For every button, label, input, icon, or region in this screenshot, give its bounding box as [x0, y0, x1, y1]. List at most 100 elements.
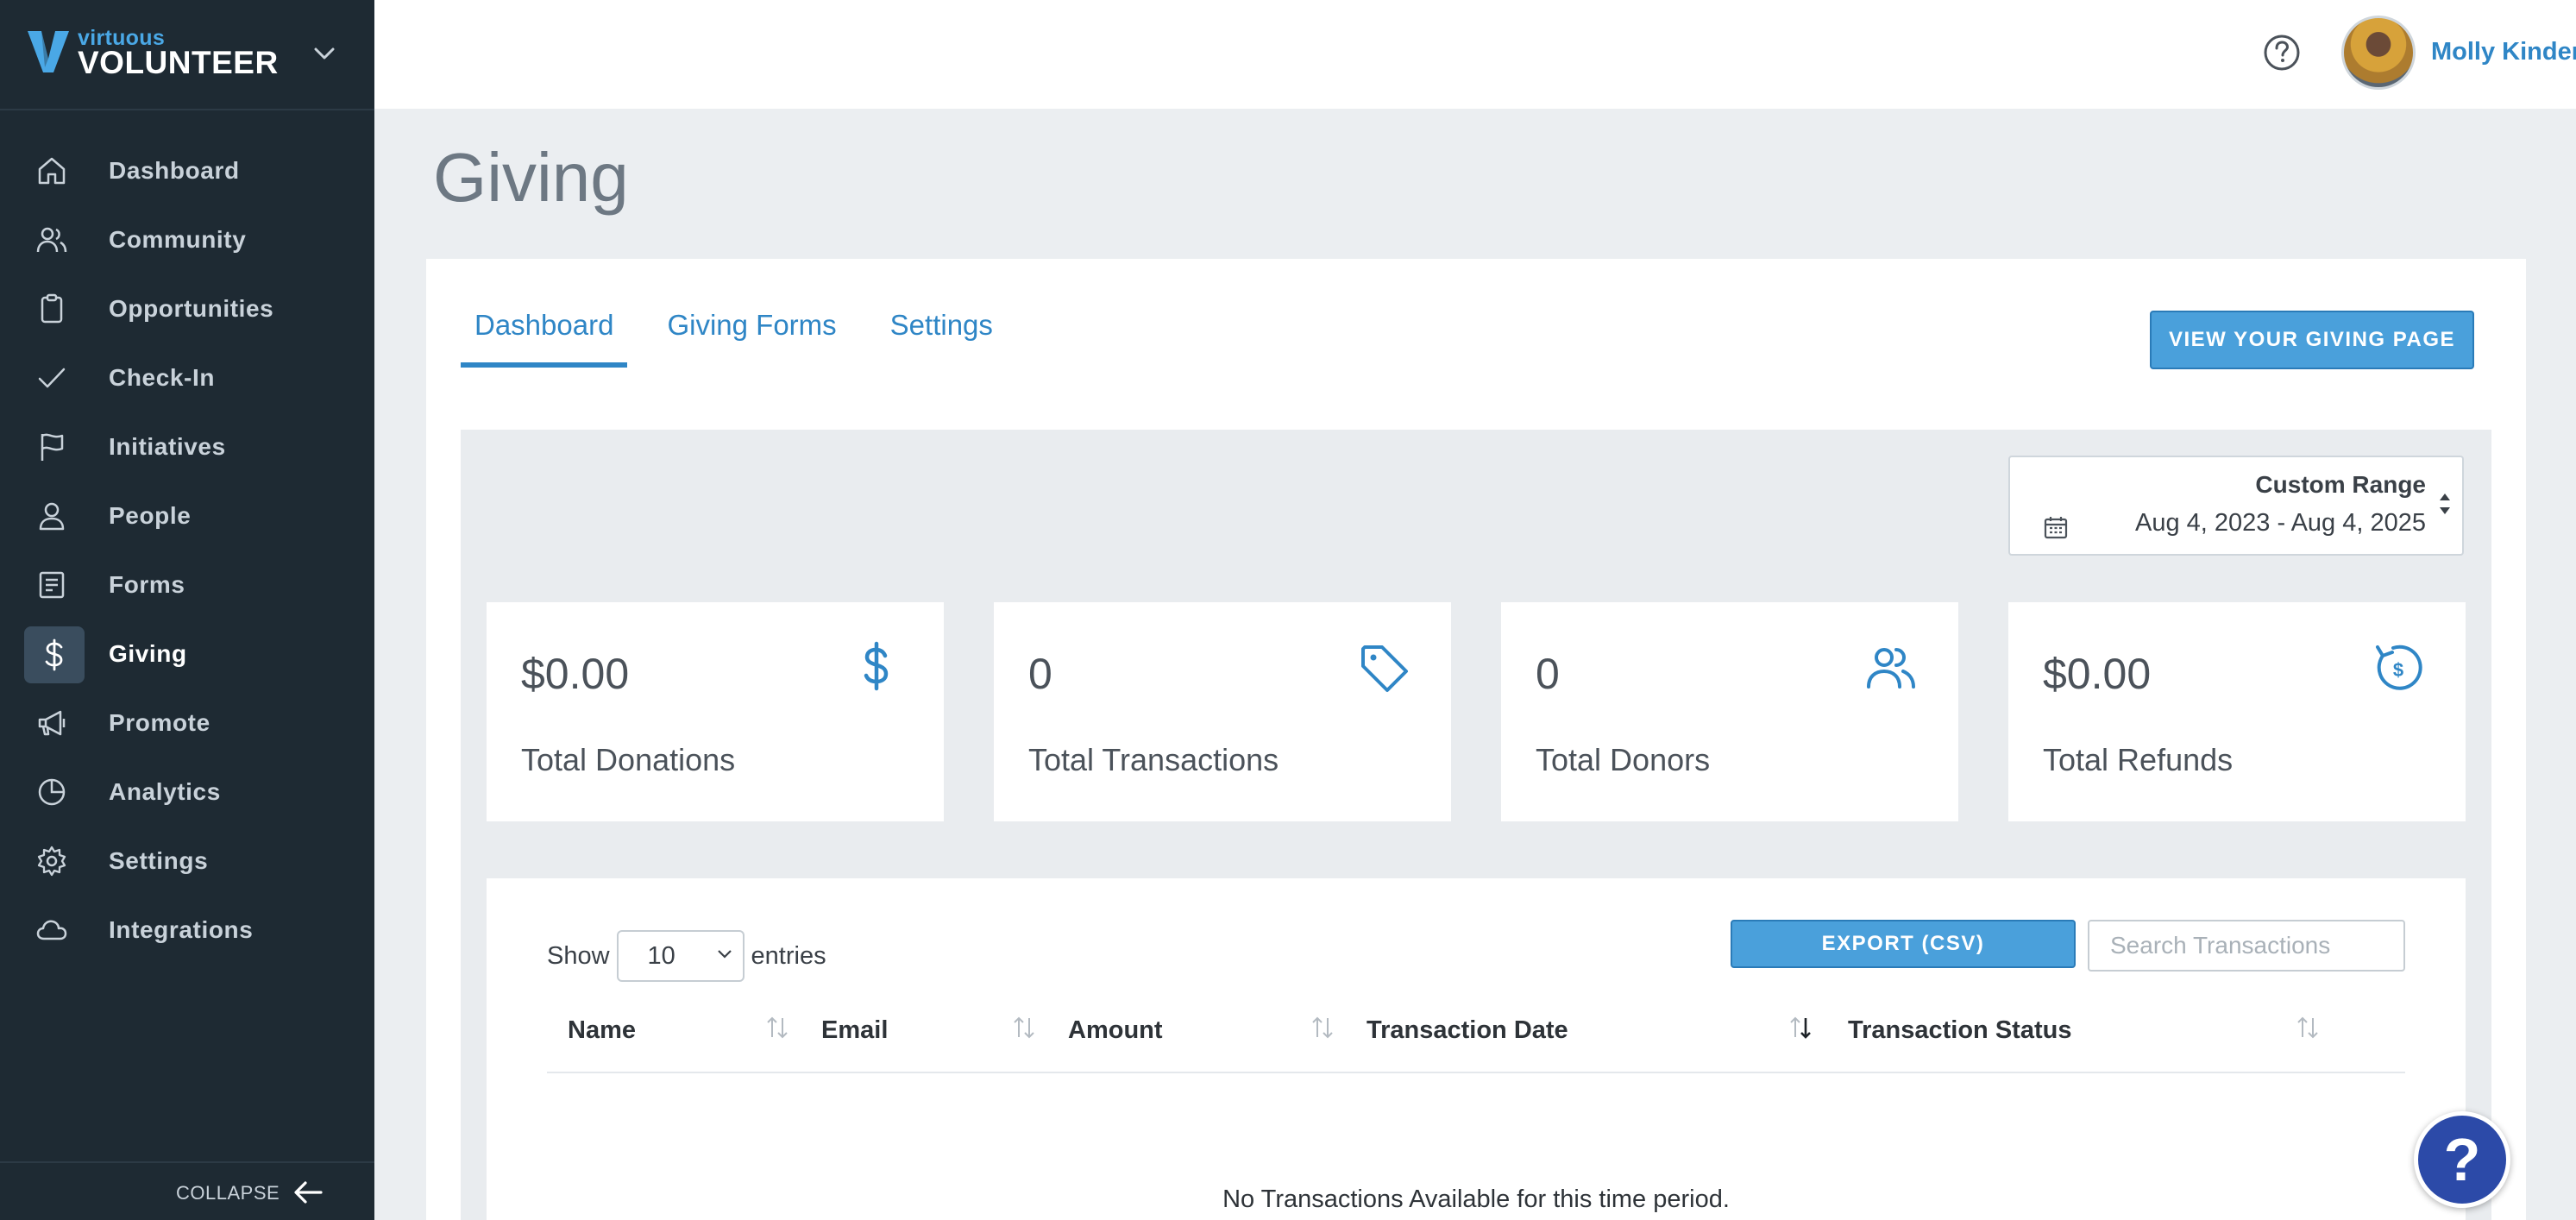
stat-value: 0: [1536, 650, 1560, 698]
cloud-icon: [35, 913, 69, 947]
tab-bar: Dashboard Giving Forms Settings: [461, 309, 1033, 368]
stat-card-donors: 0 Total Donors: [1501, 602, 1958, 821]
sidebar-item-label: Integrations: [109, 916, 254, 943]
column-header-name[interactable]: Name: [568, 1016, 636, 1045]
top-bar: [374, 0, 2576, 109]
sidebar-item-opportunities[interactable]: Opportunities: [0, 274, 374, 343]
sidebar-item-label: Dashboard: [109, 157, 240, 184]
sort-descending-icon[interactable]: [1787, 1013, 1813, 1042]
sidebar-item-label: Community: [109, 226, 247, 253]
stat-value: 0: [1028, 650, 1052, 698]
page-title: Giving: [433, 139, 629, 216]
sidebar-item-forms[interactable]: Forms: [0, 550, 374, 619]
chevron-down-icon[interactable]: [309, 40, 340, 67]
stat-label: Total Transactions: [1028, 742, 1279, 777]
home-icon: [35, 154, 69, 188]
calendar-icon: [2044, 517, 2068, 539]
sidebar-item-check-in[interactable]: Check-In: [0, 343, 374, 412]
sidebar-item-integrations[interactable]: Integrations: [0, 896, 374, 965]
tag-icon: [1361, 645, 1408, 692]
sidebar-item-label: Opportunities: [109, 295, 274, 322]
entries-value: 10: [647, 941, 675, 970]
stat-label: Total Donors: [1536, 742, 1711, 777]
avatar[interactable]: [2341, 16, 2416, 90]
collapse-button[interactable]: COLLAPSE: [0, 1161, 374, 1220]
sidebar-item-label: Giving: [109, 640, 187, 667]
sidebar-item-label: Initiatives: [109, 433, 226, 460]
sidebar-item-label: People: [109, 502, 192, 529]
sidebar-item-initiatives[interactable]: Initiatives: [0, 412, 374, 481]
dollar-icon: [864, 641, 889, 691]
sort-icon[interactable]: [2295, 1013, 2321, 1042]
main-content: Dashboard Giving Forms Settings VIEW YOU…: [426, 259, 2526, 1220]
sidebar-item-label: Forms: [109, 571, 185, 598]
stat-card-refunds: $0.00 Total Refunds $: [2008, 602, 2466, 821]
flag-icon: [35, 430, 69, 464]
sidebar-item-label: Promote: [109, 709, 210, 736]
stat-label: Total Refunds: [2043, 742, 2234, 777]
entries-select[interactable]: 10: [616, 930, 745, 982]
user-name-link[interactable]: Molly Kinder: [2431, 38, 2576, 66]
clipboard-icon: [35, 292, 69, 326]
stat-value: $0.00: [2043, 650, 2152, 698]
sidebar-item-label: Check-In: [109, 364, 216, 391]
refund-icon: $: [2376, 645, 2422, 690]
dashboard-panel: Custom Range Aug 4, 2023 - Aug 4, 2025 $…: [461, 430, 2491, 1220]
sidebar-nav: Dashboard Community Opportunities Check-…: [0, 136, 374, 965]
users-icon: [1867, 648, 1915, 689]
column-header-amount[interactable]: Amount: [1068, 1016, 1163, 1045]
brand-switcher[interactable]: virtuous VOLUNTEER: [0, 0, 374, 110]
sidebar-item-promote[interactable]: Promote: [0, 689, 374, 758]
virtuous-logo-icon: [28, 31, 69, 72]
search-transactions-input[interactable]: [2088, 920, 2405, 972]
sidebar-item-label: Settings: [109, 847, 209, 874]
entries-label: entries: [751, 941, 826, 970]
check-icon: [35, 361, 69, 395]
stat-label: Total Donations: [521, 742, 736, 777]
view-giving-page-button[interactable]: VIEW YOUR GIVING PAGE: [2150, 311, 2474, 369]
svg-text:$: $: [2393, 659, 2403, 681]
column-header-email[interactable]: Email: [821, 1016, 888, 1045]
dollar-icon: [24, 626, 85, 683]
sort-arrows-icon: [2440, 494, 2450, 514]
person-icon: [35, 499, 69, 533]
sidebar-item-label: Analytics: [109, 778, 221, 805]
date-range-picker[interactable]: Custom Range Aug 4, 2023 - Aug 4, 2025: [2008, 456, 2464, 556]
sort-icon[interactable]: [764, 1013, 790, 1042]
show-label: Show: [547, 941, 610, 970]
users-icon: [35, 223, 69, 257]
column-header-transaction-date[interactable]: Transaction Date: [1367, 1016, 1568, 1045]
sidebar-item-community[interactable]: Community: [0, 205, 374, 274]
collapse-label: COLLAPSE: [176, 1182, 280, 1204]
arrow-left-icon: [294, 1181, 323, 1204]
gear-icon: [35, 844, 69, 878]
transactions-table-card: Show 10 entries EXPORT (CSV) Name Email …: [487, 878, 2466, 1220]
sidebar: virtuous VOLUNTEER Dashboard Community O…: [0, 0, 374, 1220]
sidebar-item-dashboard[interactable]: Dashboard: [0, 136, 374, 205]
date-range-title: Custom Range: [2255, 471, 2426, 498]
pie-chart-icon: [35, 775, 69, 809]
form-icon: [35, 568, 69, 602]
sidebar-item-analytics[interactable]: Analytics: [0, 758, 374, 827]
date-range-value: Aug 4, 2023 - Aug 4, 2025: [2135, 509, 2426, 537]
stat-card-transactions: 0 Total Transactions: [994, 602, 1451, 821]
megaphone-icon: [35, 706, 69, 740]
chevron-down-icon: [717, 950, 732, 959]
table-header: Name Email Amount Transaction Date Trans…: [547, 996, 2405, 1073]
sidebar-item-giving[interactable]: Giving: [0, 619, 374, 689]
entries-length-control: Show 10 entries: [547, 930, 826, 982]
sort-icon[interactable]: [1310, 1013, 1335, 1042]
sidebar-item-settings[interactable]: Settings: [0, 827, 374, 896]
brand-title: VOLUNTEER: [78, 45, 279, 80]
stat-card-donations: $0.00 Total Donations: [487, 602, 944, 821]
column-header-transaction-status[interactable]: Transaction Status: [1848, 1016, 2071, 1045]
tab-settings[interactable]: Settings: [876, 309, 1007, 368]
sidebar-item-people[interactable]: People: [0, 481, 374, 550]
tab-giving-forms[interactable]: Giving Forms: [653, 309, 850, 368]
help-circle-icon[interactable]: [2260, 31, 2303, 74]
help-chat-button[interactable]: ?: [2414, 1111, 2510, 1208]
tab-dashboard[interactable]: Dashboard: [461, 309, 628, 368]
stat-value: $0.00: [521, 650, 630, 698]
sort-icon[interactable]: [1011, 1013, 1037, 1042]
export-csv-button[interactable]: EXPORT (CSV): [1731, 920, 2076, 968]
